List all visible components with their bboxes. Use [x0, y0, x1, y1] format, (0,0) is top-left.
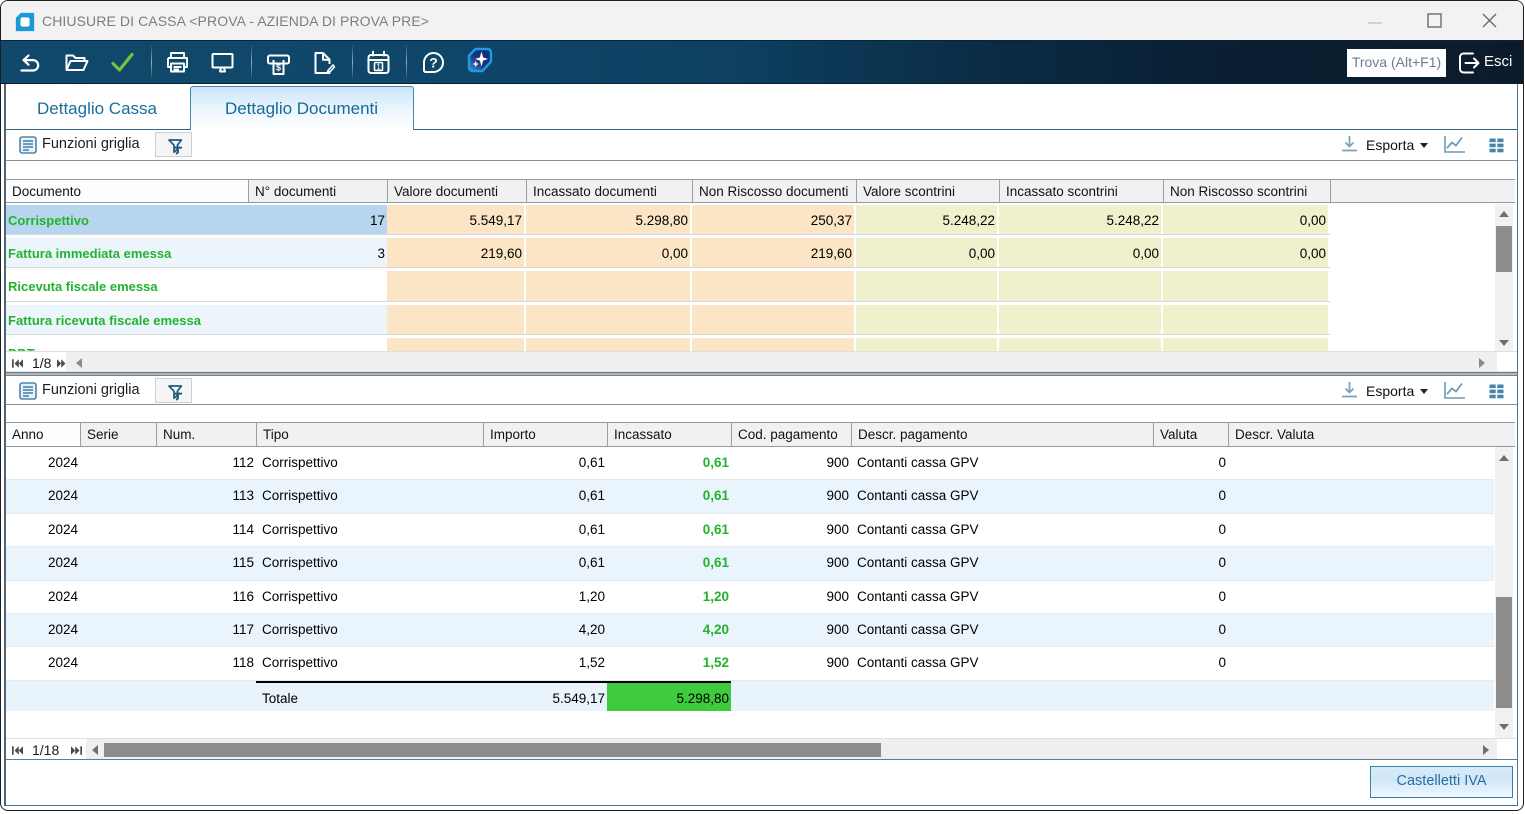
svg-text:?: ? — [429, 55, 438, 71]
svg-text:1: 1 — [376, 62, 381, 72]
svg-text:$: $ — [276, 63, 281, 73]
